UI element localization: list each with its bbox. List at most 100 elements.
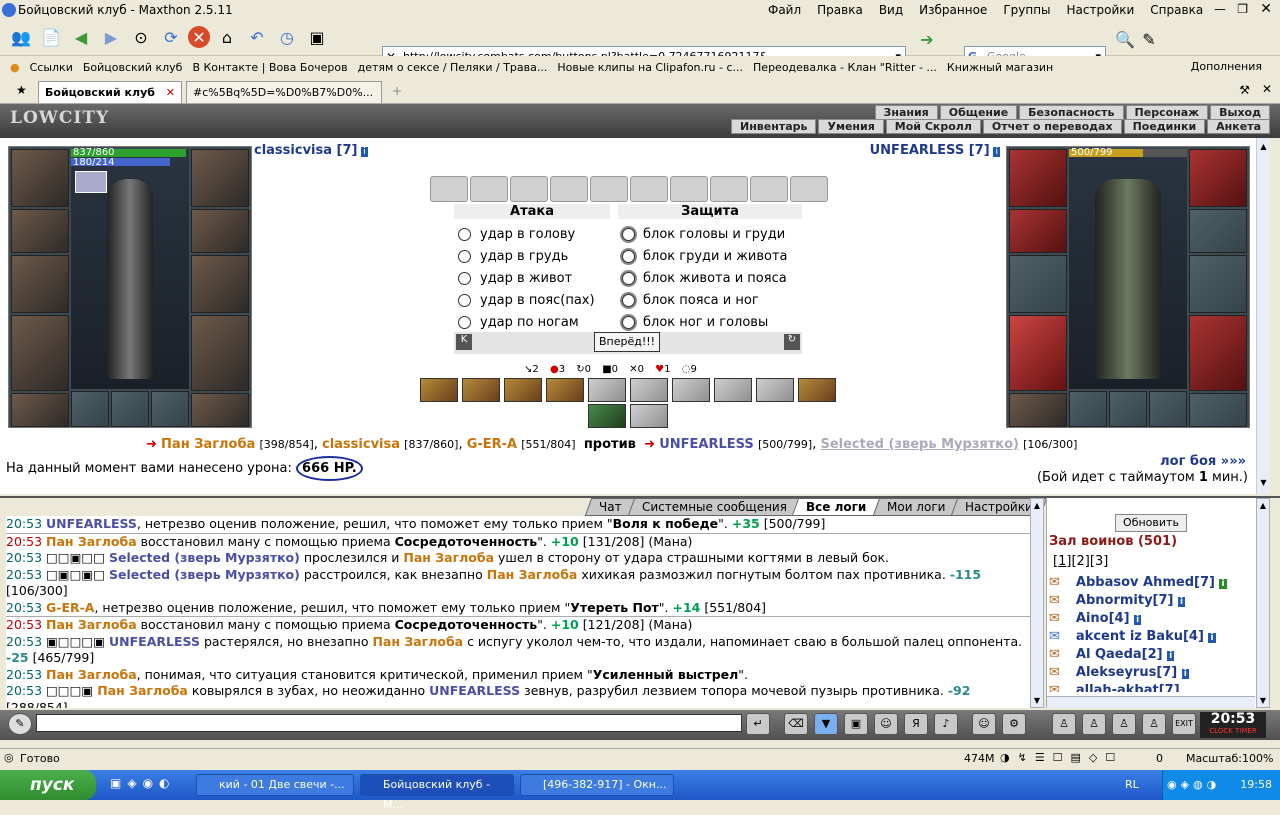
- log-player-name[interactable]: UNFEARLESS: [46, 516, 137, 531]
- nav-skills[interactable]: Умения: [818, 119, 884, 134]
- warriors-scrollbar[interactable]: ▲ ▼: [1256, 498, 1270, 708]
- trick-slot[interactable]: [798, 378, 836, 402]
- forward-icon[interactable]: ▶: [98, 24, 124, 50]
- nav-social[interactable]: Общение: [939, 105, 1018, 120]
- close-icon[interactable]: ✕: [1262, 82, 1272, 96]
- tab-vk[interactable]: #c%5Bq%5D=%D0%B7%D0%...: [186, 81, 382, 103]
- tab-my-logs[interactable]: Мои логи: [872, 498, 960, 516]
- shield-slot[interactable]: [1189, 255, 1247, 313]
- belt-slot[interactable]: [1009, 393, 1067, 427]
- trick-slot[interactable]: [714, 378, 752, 402]
- translit-icon[interactable]: Я: [904, 713, 928, 735]
- log-scrollbar[interactable]: ▲ ▼: [1030, 498, 1044, 708]
- addons-link[interactable]: Дополнения: [1191, 60, 1262, 73]
- armor-slot[interactable]: [11, 315, 69, 391]
- menu-help[interactable]: Справка: [1150, 3, 1203, 17]
- log-player-name[interactable]: Selected (зверь Мурзятко): [109, 550, 300, 565]
- private-icon[interactable]: ✉: [1049, 683, 1060, 692]
- attack-belly[interactable]: удар в живот: [458, 268, 595, 290]
- status-icons[interactable]: ◑↯☰☐▤◇☐: [1000, 751, 1123, 764]
- scroll-slot[interactable]: [670, 176, 708, 202]
- log-player-name[interactable]: Selected (зверь Мурзятко): [109, 567, 300, 582]
- nav-profile[interactable]: Анкета: [1207, 119, 1270, 134]
- belt-slot[interactable]: [11, 393, 69, 427]
- restore-button[interactable]: ❐: [1237, 2, 1248, 16]
- attack-legs[interactable]: удар по ногам: [458, 312, 595, 334]
- list-item[interactable]: ✉ Abbasov Ahmed[7] i: [1049, 574, 1245, 592]
- exit-icon[interactable]: EXIT: [1172, 713, 1196, 735]
- log-player-name[interactable]: Пан Заглоба: [403, 550, 494, 565]
- menu-favorites[interactable]: Избранное: [919, 3, 987, 17]
- attack-groin-radio[interactable]: [458, 294, 471, 307]
- new-page-icon[interactable]: 📄: [38, 24, 64, 50]
- bookmark-clipafon[interactable]: Новые клипы на Clipafon.ru - с...: [557, 61, 743, 74]
- go-icon[interactable]: ➔: [914, 26, 940, 52]
- private-icon[interactable]: ✉: [1049, 593, 1060, 608]
- list-item[interactable]: ✉ akcent iz Baku[4] i: [1049, 628, 1245, 646]
- trick-slot[interactable]: [588, 404, 626, 428]
- scroll-up-icon[interactable]: ▲: [1257, 501, 1269, 510]
- search-icon[interactable]: 🔍: [1112, 26, 1138, 52]
- info-icon[interactable]: i: [1134, 615, 1142, 625]
- info-icon[interactable]: i: [1219, 579, 1227, 589]
- favorites-icon[interactable]: ●: [10, 61, 20, 74]
- page-link[interactable]: [3]: [1090, 554, 1108, 569]
- refresh-icon[interactable]: ↻: [784, 334, 800, 350]
- char-icon[interactable]: ♙: [1052, 713, 1076, 735]
- attack-head-radio[interactable]: [458, 228, 471, 241]
- attack-groin[interactable]: удар в пояс(пах): [458, 290, 595, 312]
- trick-slot[interactable]: [672, 378, 710, 402]
- private-icon[interactable]: ✉: [1049, 647, 1060, 662]
- nav-duels[interactable]: Поединки: [1123, 119, 1206, 134]
- boots-slot[interactable]: [191, 393, 249, 427]
- medkit-slot[interactable]: [151, 391, 189, 427]
- enemy-name[interactable]: UNFEARLESS [7] i: [870, 143, 1000, 158]
- ring-slot[interactable]: [1069, 391, 1107, 427]
- tab-combats[interactable]: Бойцовский клуб ✕: [38, 81, 182, 103]
- send-icon[interactable]: ↵: [746, 713, 770, 735]
- highlight-icon[interactable]: ✎: [1136, 26, 1162, 52]
- bookmark-pereodevalka[interactable]: Переодевалка - Клан "Ritter - ...: [753, 61, 937, 74]
- scroll-slot[interactable]: [710, 176, 748, 202]
- scroll-up-icon[interactable]: ▲: [1258, 142, 1269, 154]
- list-item[interactable]: ✉ Al Qaeda[2] i: [1049, 646, 1245, 664]
- attack-legs-radio[interactable]: [458, 316, 471, 329]
- horizontal-scrollbar[interactable]: [1047, 696, 1255, 708]
- log-player-name[interactable]: Пан Заглоба: [97, 683, 188, 698]
- scroll-slot[interactable]: [790, 176, 828, 202]
- scroll-slot[interactable]: [470, 176, 508, 202]
- bracer-slot[interactable]: [1009, 209, 1067, 253]
- stop-icon[interactable]: ✕: [188, 26, 210, 48]
- scroll-down-icon[interactable]: ▼: [1031, 696, 1043, 705]
- page-scrollbar[interactable]: ▲ ▼: [1256, 138, 1270, 494]
- char-icon[interactable]: ♙: [1082, 713, 1106, 735]
- team1-member[interactable]: Пан Заглоба: [161, 437, 255, 452]
- settings-icon[interactable]: ⚙: [1002, 713, 1026, 735]
- info-icon[interactable]: i: [1208, 633, 1216, 643]
- language-indicator[interactable]: RL: [1125, 778, 1139, 791]
- attack-chest[interactable]: удар в грудь: [458, 246, 595, 268]
- trick-slot[interactable]: [588, 378, 626, 402]
- log-player-name[interactable]: UNFEARLESS: [109, 634, 200, 649]
- start-button[interactable]: пуск: [0, 770, 96, 800]
- attack-head[interactable]: удар в голову: [458, 224, 595, 246]
- log-player-name[interactable]: G-ER-A: [46, 600, 94, 615]
- bookmark-bookstore[interactable]: Книжный магазин: [947, 61, 1053, 74]
- star-icon[interactable]: ★: [16, 83, 27, 97]
- shield-slot[interactable]: [191, 255, 249, 313]
- team2-member[interactable]: UNFEARLESS: [659, 437, 754, 452]
- close-button[interactable]: ✕: [1260, 1, 1272, 17]
- info-icon[interactable]: i: [1181, 669, 1189, 679]
- scroll-up-icon[interactable]: ▲: [1031, 501, 1043, 510]
- team2-member[interactable]: Selected (зверь Мурзятко): [820, 437, 1018, 452]
- block-chest-belly[interactable]: блок груди и живота: [622, 246, 788, 268]
- char-icon[interactable]: ♙: [1142, 713, 1166, 735]
- empty-slot[interactable]: [111, 391, 149, 427]
- trick-slot[interactable]: [756, 378, 794, 402]
- scroll-down-icon[interactable]: ▼: [1257, 696, 1269, 705]
- users-icon[interactable]: 👥: [8, 24, 34, 50]
- menu-settings[interactable]: Настройки: [1067, 3, 1135, 17]
- clock-icon[interactable]: ◷: [274, 24, 300, 50]
- pin-icon[interactable]: ⚒: [1239, 83, 1250, 97]
- chat-input[interactable]: [36, 714, 742, 732]
